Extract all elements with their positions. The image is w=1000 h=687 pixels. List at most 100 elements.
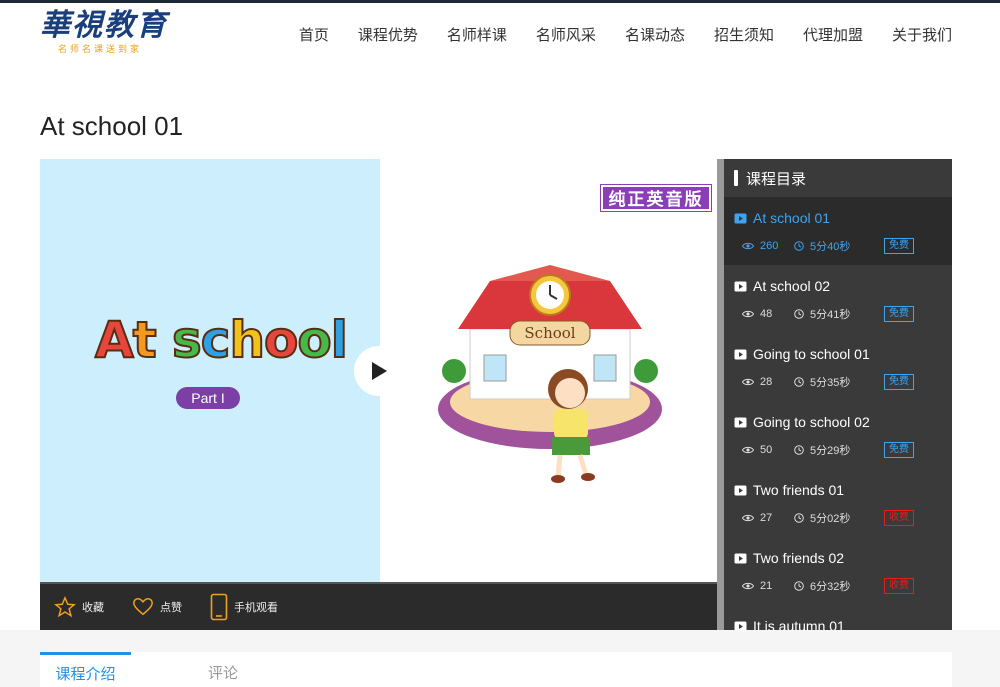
lesson-title-row: At school 01 (734, 209, 952, 227)
school-illustration: School (438, 265, 662, 483)
mobile-watch-label: 手机观看 (234, 602, 278, 614)
lesson-title: Going to school 02 (753, 414, 870, 430)
lesson-meta: 21 6分32秒 收费 (734, 577, 952, 595)
tab-comments[interactable]: 评论 (208, 652, 238, 687)
duration-value: 5分35秒 (810, 377, 851, 389)
view-count: 27 (742, 512, 794, 524)
lesson-item[interactable]: Two friends 01 27 5分02秒 收费 (724, 469, 952, 537)
lesson-title-row: Two friends 01 (734, 481, 952, 499)
price-tag: 免费 (884, 374, 914, 390)
nav-item-home[interactable]: 首页 (299, 24, 329, 45)
main-nav: 首页 课程优势 名师样课 名师风采 名课动态 招生须知 代理加盟 关于我们 (270, 3, 952, 65)
page-title: At school 01 (40, 111, 184, 141)
clock-icon (794, 377, 804, 387)
course-tabs: 课程介绍 评论 (40, 652, 952, 687)
duration: 5分40秒 (794, 238, 884, 254)
favorite-button[interactable]: 收藏 (54, 596, 104, 618)
lesson-item[interactable]: Two friends 02 21 6分32秒 收费 (724, 537, 952, 605)
lesson-title: At school 02 (753, 278, 831, 294)
video-icon (734, 417, 747, 427)
price-tag: 收费 (884, 510, 914, 526)
mobile-phone-icon (210, 593, 228, 621)
lesson-meta: 50 5分29秒 免费 (734, 441, 952, 459)
video-icon (734, 621, 747, 630)
eye-icon (742, 446, 754, 454)
clock-icon (794, 309, 804, 319)
main-content: At school 01 At school Part I School 纯正英… (0, 65, 1000, 630)
part-label: Part I (176, 387, 240, 409)
lesson-item[interactable]: Going to school 02 50 5分29秒 免费 (724, 401, 952, 469)
video-title-panel: At school Part I (40, 159, 380, 582)
lesson-title-row: Two friends 02 (734, 549, 952, 567)
view-count-value: 50 (760, 444, 773, 456)
mobile-watch-button[interactable]: 手机观看 (210, 593, 278, 621)
play-icon (372, 362, 387, 380)
nav-item-advantages[interactable]: 课程优势 (358, 24, 418, 45)
eye-icon (742, 378, 754, 386)
catalog-heading: 课程目录 (724, 159, 952, 197)
heart-icon (133, 598, 153, 616)
catalog-heading-text: 课程目录 (746, 170, 807, 188)
eye-icon (742, 310, 754, 318)
duration: 5分29秒 (794, 442, 884, 458)
nav-item-teachers[interactable]: 名师风采 (536, 24, 596, 45)
nav-item-sample-lessons[interactable]: 名师样课 (447, 24, 507, 45)
nav-item-about[interactable]: 关于我们 (892, 24, 952, 45)
price-tag: 免费 (884, 442, 914, 458)
course-catalog: 课程目录 At school 01 260 5分40秒 免费 At school… (717, 159, 952, 630)
eye-icon (742, 514, 754, 522)
lesson-title-row: Going to school 02 (734, 413, 952, 431)
view-count: 21 (742, 580, 794, 592)
duration-value: 5分41秒 (810, 309, 851, 321)
lesson-item[interactable]: At school 02 48 5分41秒 免费 (724, 265, 952, 333)
tabs-section: 课程介绍 评论 (0, 630, 1000, 687)
lesson-item[interactable]: At school 01 260 5分40秒 免费 (724, 197, 952, 265)
view-count: 260 (742, 240, 794, 252)
eye-icon (742, 242, 754, 250)
like-label: 点赞 (160, 602, 182, 614)
logo-main-text: 華視教育 (40, 8, 168, 43)
duration: 5分35秒 (794, 374, 884, 390)
view-count-value: 27 (760, 512, 773, 524)
clock-icon (794, 513, 804, 523)
lesson-title: Going to school 01 (753, 346, 870, 362)
school-sign-text: School (524, 324, 575, 342)
lesson-item[interactable]: It is autumn 01 (724, 605, 952, 630)
lesson-item[interactable]: Going to school 01 28 5分35秒 免费 (724, 333, 952, 401)
like-button[interactable]: 点赞 (132, 596, 182, 618)
lesson-title: Two friends 01 (753, 482, 845, 498)
nav-item-admissions[interactable]: 招生须知 (714, 24, 774, 45)
lesson-title: It is autumn 01 (753, 618, 845, 630)
lesson-meta: 27 5分02秒 收费 (734, 509, 952, 527)
lesson-title-row: At school 02 (734, 277, 952, 295)
price-tag: 收费 (884, 578, 914, 594)
price-tag: 免费 (884, 238, 914, 254)
video-icon (734, 213, 747, 223)
tab-course-intro[interactable]: 课程介绍 (40, 652, 131, 687)
nav-item-franchise[interactable]: 代理加盟 (803, 24, 863, 45)
video-player: At school Part I School 纯正英音版 收藏 点赞 手机观看 (40, 159, 717, 630)
duration: 6分32秒 (794, 578, 884, 594)
nav-item-news[interactable]: 名课动态 (625, 24, 685, 45)
view-count-value: 28 (760, 376, 773, 388)
duration: 5分02秒 (794, 510, 884, 526)
play-button[interactable] (354, 346, 404, 396)
lesson-list: At school 01 260 5分40秒 免费 At school 02 4… (724, 197, 952, 630)
clock-icon (794, 445, 804, 455)
video-icon (734, 281, 747, 291)
duration-value: 6分32秒 (810, 581, 851, 593)
site-logo[interactable]: 華視教育 名师名课送到家 (40, 9, 170, 63)
video-icon (734, 485, 747, 495)
favorite-label: 收藏 (82, 602, 104, 614)
eye-icon (742, 582, 754, 590)
heading-marker (734, 170, 738, 186)
view-count: 50 (742, 444, 794, 456)
view-count: 48 (742, 308, 794, 320)
lesson-meta: 260 5分40秒 免费 (734, 237, 952, 255)
video-title-art: At school (94, 310, 349, 370)
view-count-value: 21 (760, 580, 773, 592)
pure-british-badge: 纯正英音版 (601, 185, 711, 211)
video-icon (734, 553, 747, 563)
video-icon (734, 349, 747, 359)
video-frame[interactable]: At school Part I School 纯正英音版 (40, 159, 717, 582)
